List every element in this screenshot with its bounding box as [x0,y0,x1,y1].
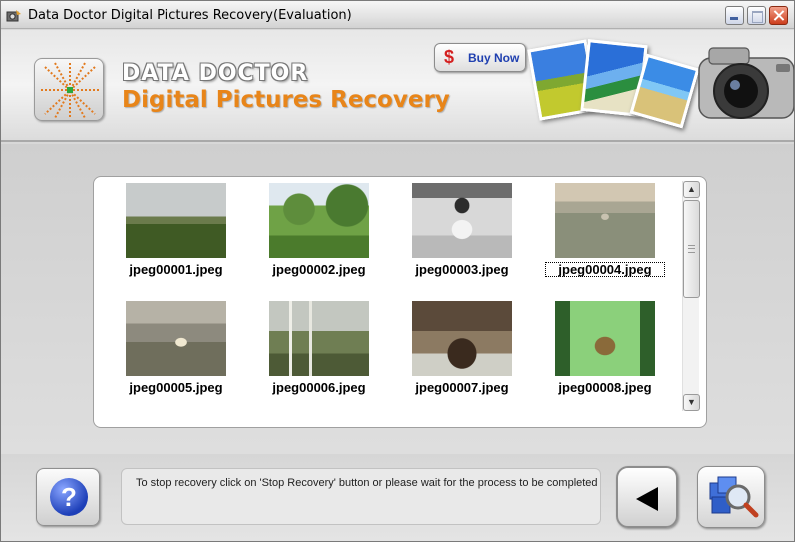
thumbnail-image[interactable] [555,183,655,258]
thumbnail-label[interactable]: jpeg00007.jpeg [402,380,522,395]
thumbnail-label[interactable]: jpeg00001.jpeg [116,262,236,277]
thumbnail-image[interactable] [412,183,512,258]
footer-bar: ? To stop recovery click on 'Stop Recove… [1,454,794,541]
thumbnail-image[interactable] [269,183,369,258]
thumbnail-image[interactable] [269,301,369,376]
close-button[interactable] [769,6,788,25]
logo-burst-icon [41,62,99,119]
thumbnail-item[interactable]: jpeg00001.jpeg [116,177,236,287]
thumbnail-image[interactable] [126,183,226,258]
recovered-pictures-gallery[interactable]: jpeg00001.jpeg jpeg00002.jpeg jpeg00003.… [93,176,707,428]
grip-icon [688,245,695,253]
dollar-icon: $ [444,47,455,67]
logo [34,58,104,121]
header-banner: DATA DOCTOR Digital Pictures Recovery $ … [1,30,794,142]
buy-now-label: Buy Now [468,51,520,65]
title-bar[interactable]: Data Doctor Digital Pictures Recovery(Ev… [1,1,794,29]
minimize-button[interactable] [725,6,744,25]
thumbnail-label[interactable]: jpeg00004.jpeg [545,262,665,277]
thumbnail-item-selected[interactable]: jpeg00004.jpeg [545,177,665,287]
scroll-up-arrow-icon[interactable]: ▲ [683,181,700,198]
thumbnail-image[interactable] [126,301,226,376]
thumbnail-label[interactable]: jpeg00006.jpeg [259,380,379,395]
product-name: Digital Pictures Recovery [122,87,450,113]
scroll-down-arrow-icon[interactable]: ▼ [683,394,700,411]
thumbnail-item[interactable]: jpeg00006.jpeg [259,295,379,405]
status-message-box: To stop recovery click on 'Stop Recovery… [121,468,601,525]
status-message: To stop recovery click on 'Stop Recovery… [136,477,598,489]
gallery-scrollbar[interactable]: ▲ ▼ [682,181,700,411]
back-arrow-icon [636,487,658,511]
search-button[interactable] [697,466,765,528]
thumbnail-label[interactable]: jpeg00008.jpeg [545,380,665,395]
thumbnail-label[interactable]: jpeg00003.jpeg [402,262,522,277]
camera-icon [698,47,794,119]
buy-now-button[interactable]: $ Buy Now [434,43,526,72]
brand-name: DATA DOCTOR [122,61,309,86]
thumbnail-item[interactable]: jpeg00003.jpeg [402,177,522,287]
thumbnail-label[interactable]: jpeg00002.jpeg [259,262,379,277]
thumbnail-item[interactable]: jpeg00008.jpeg [545,295,665,405]
app-window: Data Doctor Digital Pictures Recovery(Ev… [0,0,795,542]
help-button[interactable]: ? [36,468,100,526]
help-icon: ? [50,478,88,516]
thumbnail-item[interactable]: jpeg00007.jpeg [402,295,522,405]
app-icon [6,10,21,22]
thumbnail-item[interactable]: jpeg00002.jpeg [259,177,379,287]
maximize-button[interactable] [747,6,766,25]
thumbnail-image[interactable] [412,301,512,376]
thumbnail-image[interactable] [555,301,655,376]
thumbnail-label[interactable]: jpeg00005.jpeg [116,380,236,395]
search-magnifier-icon [709,476,759,518]
thumbnail-item[interactable]: jpeg00005.jpeg [116,295,236,405]
scrollbar-thumb[interactable] [683,200,700,298]
back-button[interactable] [616,466,678,528]
window-title: Data Doctor Digital Pictures Recovery(Ev… [28,8,352,23]
